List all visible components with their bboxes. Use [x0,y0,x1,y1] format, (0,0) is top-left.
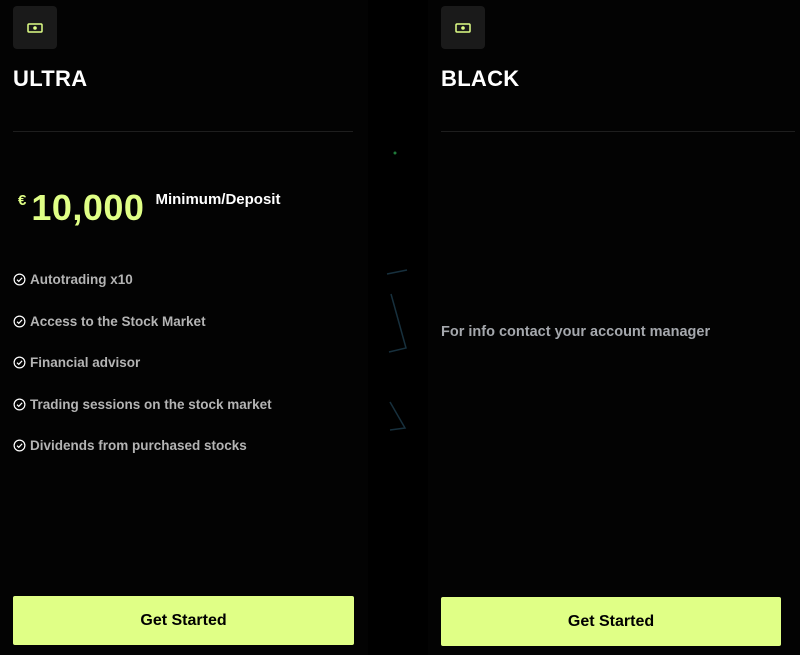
divider [441,131,795,132]
price-amount: 10,000 [31,187,145,228]
feature-label: Autotrading x10 [30,272,133,288]
check-circle-icon [13,439,26,452]
pricing-plans: ULTRA € 10,000 Minimum/Deposit Autotradi… [0,0,800,655]
plan-title: ULTRA [13,66,88,91]
feature-label: Trading sessions on the stock market [30,396,272,412]
get-started-button[interactable]: Get Started [441,597,781,646]
plan-title: BLACK [441,66,520,91]
contact-info-text: For info contact your account manager [441,323,711,340]
feature-label: Access to the Stock Market [30,313,206,329]
banknote-icon [441,6,485,49]
feature-item: Financial advisor [13,342,272,384]
banknote-icon [13,6,57,49]
check-circle-icon [13,398,26,411]
plan-card-ultra: ULTRA € 10,000 Minimum/Deposit Autotradi… [0,0,368,655]
feature-label: Dividends from purchased stocks [30,438,247,454]
feature-list: Autotrading x10 Access to the Stock Mark… [13,259,272,467]
feature-item: Access to the Stock Market [13,301,272,343]
price: € 10,000 Minimum/Deposit [18,186,280,230]
divider [13,131,353,132]
check-circle-icon [13,273,26,286]
plan-card-black: BLACK For info contact your account mana… [428,0,800,655]
feature-item: Autotrading x10 [13,259,272,301]
price-caption: Minimum/Deposit [155,191,281,208]
feature-item: Dividends from purchased stocks [13,425,272,467]
feature-label: Financial advisor [30,355,141,371]
check-circle-icon [13,315,26,328]
check-circle-icon [13,356,26,369]
get-started-button[interactable]: Get Started [13,596,354,645]
currency-symbol: € [18,192,27,209]
feature-item: Trading sessions on the stock market [13,384,272,426]
